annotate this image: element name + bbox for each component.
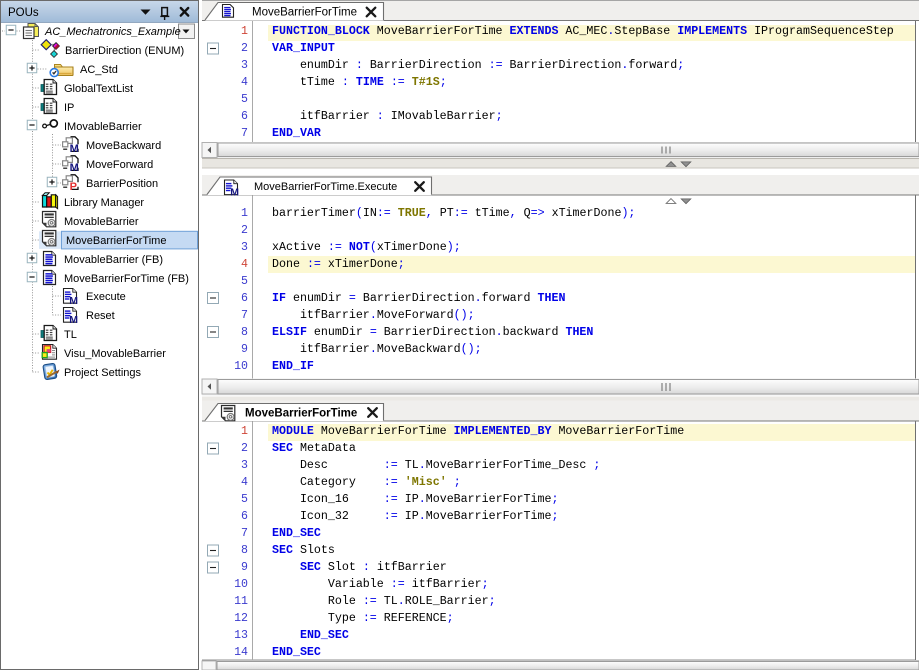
svg-text:P: P	[70, 181, 77, 193]
svg-text:MoveBarrierForTime: MoveBarrierForTime	[245, 408, 357, 420]
svg-text:MoveBarrierForTime: MoveBarrierForTime	[252, 7, 357, 19]
svg-text:MoveBarrierForTime (FB): MoveBarrierForTime (FB)	[64, 273, 189, 285]
svg-text:BarrierDirection (ENUM): BarrierDirection (ENUM)	[65, 45, 184, 57]
svg-text:AC_Std: AC_Std	[80, 64, 118, 76]
svg-text:MoveBarrierForTime.Execute: MoveBarrierForTime.Execute	[254, 181, 397, 193]
svg-text:POUs: POUs	[8, 7, 39, 19]
svg-text:M: M	[69, 314, 78, 326]
svg-text:IMovableBarrier: IMovableBarrier	[64, 121, 142, 133]
svg-text:MoveBackward: MoveBackward	[86, 140, 161, 152]
svg-text:MovableBarrier: MovableBarrier	[64, 216, 139, 228]
svg-text:GlobalTextList: GlobalTextList	[64, 83, 133, 95]
svg-text:Project Settings: Project Settings	[64, 367, 142, 379]
svg-text:Library Manager: Library Manager	[64, 197, 144, 209]
svg-text:M: M	[69, 295, 78, 307]
svg-text:Reset: Reset	[86, 310, 115, 322]
svg-text:M: M	[230, 186, 239, 198]
svg-text:MoveBarrierForTime: MoveBarrierForTime	[66, 235, 166, 247]
svg-text:IP: IP	[64, 102, 74, 114]
svg-text:M: M	[70, 143, 79, 155]
svg-text:MovableBarrier (FB): MovableBarrier (FB)	[64, 254, 163, 266]
svg-text:M: M	[70, 162, 79, 174]
svg-text:Visu_MovableBarrier: Visu_MovableBarrier	[64, 348, 166, 360]
svg-text:MoveForward: MoveForward	[86, 159, 153, 171]
svg-text:TL: TL	[64, 329, 77, 341]
svg-text:Execute: Execute	[86, 291, 126, 303]
svg-text:BarrierPosition: BarrierPosition	[86, 178, 158, 190]
svg-text:AC_Mechatronics_Example: AC_Mechatronics_Example	[44, 26, 181, 38]
